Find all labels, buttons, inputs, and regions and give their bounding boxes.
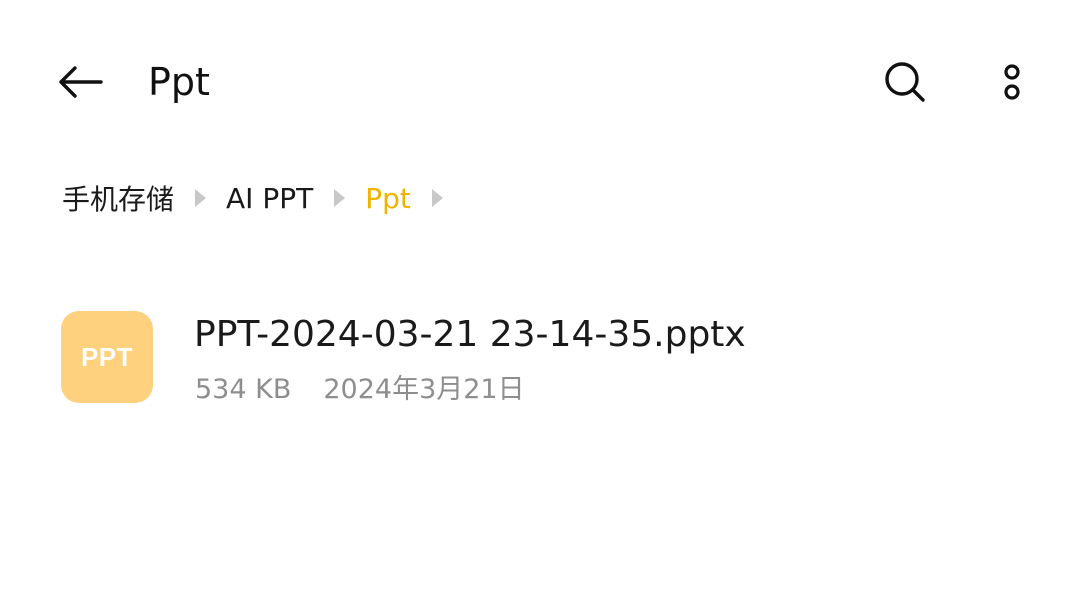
file-list-item[interactable]: PPT PPT-2024-03-21 23-14-35.pptx 534 KB … (0, 280, 1080, 436)
file-meta: 534 KB 2024年3月21日 (195, 372, 525, 408)
breadcrumb: 手机存储 AI PPT Ppt (62, 172, 463, 224)
breadcrumb-item-ai-ppt[interactable]: AI PPT (226, 182, 313, 215)
chevron-right-icon (195, 189, 207, 207)
back-button[interactable] (52, 56, 108, 108)
file-name: PPT-2024-03-21 23-14-35.pptx (194, 314, 746, 355)
file-date: 2024年3月21日 (323, 374, 525, 405)
top-app-bar: Ppt (0, 0, 1080, 160)
chevron-right-icon (334, 189, 346, 207)
more-options-button[interactable] (990, 54, 1034, 110)
search-icon (885, 62, 925, 102)
breadcrumb-separator (313, 172, 365, 224)
ppt-file-icon: PPT (61, 311, 153, 403)
chevron-right-icon (431, 189, 443, 207)
breadcrumb-item-phone-storage[interactable]: 手机存储 (62, 178, 174, 218)
search-button[interactable] (876, 54, 934, 110)
breadcrumb-separator (411, 172, 463, 224)
page-title: Ppt (148, 60, 210, 104)
arrow-left-icon (59, 66, 103, 98)
file-type-label: PPT (80, 341, 134, 372)
more-vertical-icon (1004, 64, 1020, 100)
file-size: 534 KB (195, 374, 292, 405)
breadcrumb-separator (174, 172, 226, 224)
breadcrumb-item-ppt-current[interactable]: Ppt (365, 182, 411, 215)
file-manager-screen: Ppt 手机存储 AI PPT Ppt PPT PPT-2024-03-21 2… (0, 0, 1080, 610)
